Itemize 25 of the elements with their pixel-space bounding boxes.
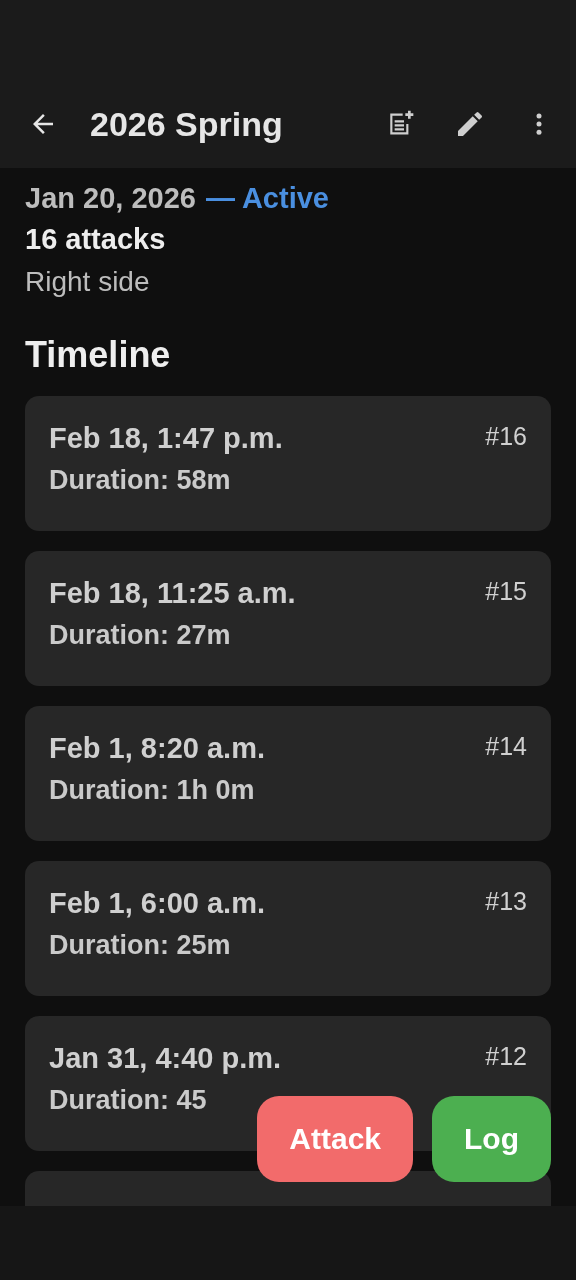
- attack-number: #12: [485, 1042, 527, 1071]
- attack-number: #14: [485, 732, 527, 761]
- side-label: Right side: [25, 266, 151, 298]
- attack-duration: Duration: 58m: [49, 465, 232, 496]
- attack-count: 16 attacks: [25, 223, 167, 256]
- attack-number: #15: [485, 577, 527, 606]
- attack-time: Feb 18, 11:25 a.m.: [49, 577, 296, 610]
- screen-title: 2026 Spring: [90, 104, 283, 144]
- attack-time: Jan 31, 4:40 p.m.: [49, 1042, 282, 1075]
- section-heading: Timeline: [25, 334, 172, 376]
- attack-number: #13: [485, 887, 527, 916]
- attack-card[interactable]: Feb 1, 8:20 a.m. Duration: 1h 0m #14: [25, 706, 551, 841]
- attack-time: Feb 1, 6:00 a.m.: [49, 887, 265, 920]
- attack-duration: Duration: 27m: [49, 620, 232, 651]
- attack-card[interactable]: Feb 18, 11:25 a.m. Duration: 27m #15: [25, 551, 551, 686]
- attack-time: Feb 18, 1:47 p.m.: [49, 422, 283, 455]
- attack-number: #16: [485, 422, 527, 451]
- start-date: Jan 20, 2026: [25, 182, 196, 215]
- attack-duration: Duration: 25m: [49, 930, 232, 961]
- attack-time: Feb 1, 8:20 a.m.: [49, 732, 265, 765]
- attack-duration: Duration: 45: [49, 1085, 208, 1116]
- attack-duration: Duration: 1h 0m: [49, 775, 256, 806]
- status-label: — Active: [205, 182, 329, 215]
- attack-card[interactable]: Feb 1, 6:00 a.m. Duration: 25m #13: [25, 861, 551, 996]
- attack-card[interactable]: Feb 18, 1:47 p.m. Duration: 58m #16: [25, 396, 551, 531]
